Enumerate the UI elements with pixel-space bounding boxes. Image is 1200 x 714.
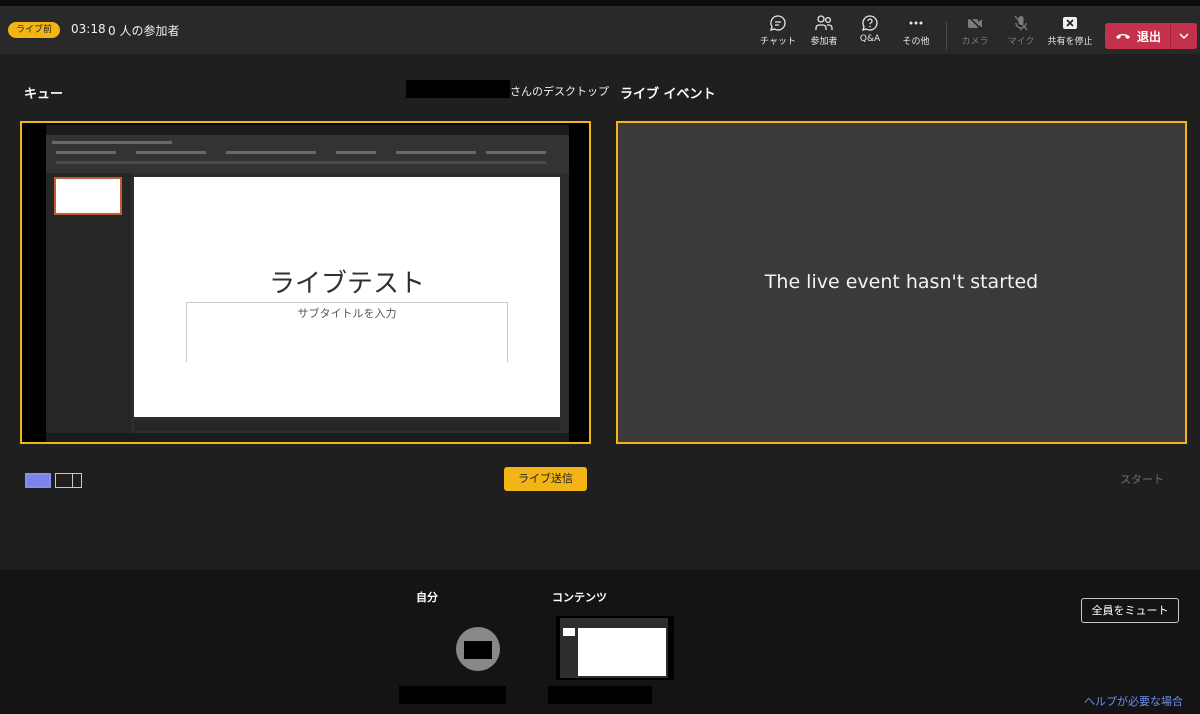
content-thumbnail-slide-list — [563, 628, 575, 636]
start-button[interactable]: スタート — [1120, 471, 1164, 487]
phone-hangup-icon — [1116, 34, 1130, 39]
slide-title: ライブテスト — [268, 269, 425, 299]
chevron-down-icon[interactable] — [1178, 30, 1190, 42]
leave-divider — [1170, 23, 1171, 49]
ribbon-group — [56, 151, 116, 154]
people-icon — [815, 15, 833, 30]
mic-label: マイク — [1007, 37, 1035, 47]
single-layout-button[interactable] — [25, 473, 51, 488]
toolbar-divider — [946, 22, 947, 50]
camera-off-icon — [967, 15, 983, 31]
live-event-message: The live event hasn't started — [764, 271, 1039, 293]
ribbon-group — [396, 151, 476, 154]
ribbon-row — [56, 161, 546, 164]
qa-button[interactable]: Q&A — [847, 14, 893, 50]
ribbon-group — [486, 151, 546, 154]
leave-label: 退出 — [1137, 30, 1162, 44]
shared-powerpoint-window: ライブテスト サブタイトルを入力 — [46, 125, 569, 442]
qa-label: Q&A — [859, 34, 881, 44]
slide-thumbnail — [54, 177, 122, 215]
redacted-content-name — [548, 686, 652, 704]
camera-button[interactable]: カメラ — [952, 14, 998, 50]
chat-label: チャット — [760, 37, 796, 47]
mic-button[interactable]: マイク — [998, 14, 1044, 50]
mic-off-icon — [1014, 15, 1028, 31]
content-thumbnail-window — [560, 618, 668, 678]
help-link[interactable]: ヘルプが必要な場合 — [1084, 693, 1183, 709]
content-label: コンテンツ — [552, 591, 607, 604]
split-layout-button[interactable] — [55, 473, 82, 488]
ppt-statusbar — [46, 433, 569, 442]
stop-share-icon — [1063, 17, 1077, 29]
desktop-label: さんのデスクトップ — [510, 85, 609, 98]
leave-button[interactable]: 退出 — [1105, 23, 1197, 49]
status-badge: ライブ前 — [8, 22, 61, 38]
self-label: 自分 — [416, 591, 438, 604]
live-event-preview: The live event hasn't started — [616, 121, 1187, 444]
more-button[interactable]: その他 — [893, 14, 939, 50]
content-thumbnail[interactable] — [556, 616, 674, 680]
ppt-notes-bar — [134, 421, 560, 431]
ribbon-group — [136, 151, 206, 154]
chat-icon — [770, 15, 786, 31]
more-label: その他 — [902, 37, 930, 47]
more-icon — [909, 21, 923, 25]
ppt-ribbon — [46, 135, 569, 173]
content-thumbnail-slide — [578, 628, 666, 676]
camera-label: カメラ — [961, 37, 989, 47]
mute-all-button[interactable]: 全員をミュート — [1081, 598, 1179, 623]
ribbon-group — [226, 151, 316, 154]
redacted-presenter-name — [406, 80, 510, 98]
participants-button[interactable]: 参加者 — [801, 14, 847, 50]
live-event-title: ライブ イベント — [620, 87, 716, 102]
ribbon-group — [336, 151, 376, 154]
avatar[interactable] — [456, 627, 500, 671]
redacted-self-name — [399, 686, 506, 704]
chat-button[interactable]: チャット — [755, 14, 801, 50]
subtitle-placeholder: サブタイトルを入力 — [186, 302, 508, 362]
slide-canvas: ライブテスト サブタイトルを入力 — [134, 177, 560, 417]
meeting-timer: 03:18 — [71, 22, 106, 36]
slide-subtitle: サブタイトルを入力 — [297, 307, 397, 320]
slide-thumbnails — [46, 173, 131, 433]
stop-sharing-button[interactable]: 共有を停止 — [1044, 14, 1096, 50]
ribbon-tabs — [52, 141, 172, 144]
participants-label: 参加者 — [810, 37, 838, 47]
qa-icon — [862, 15, 878, 31]
ppt-titlebar — [46, 125, 569, 135]
attendee-count: 0 人の参加者 — [108, 24, 180, 38]
send-live-button[interactable]: ライブ送信 — [504, 467, 587, 491]
queue-preview[interactable]: ライブテスト サブタイトルを入力 — [20, 121, 591, 444]
meeting-toolbar: ライブ前 03:18 0 人の参加者 チャット 参加者 Q&A その他 カメラ … — [0, 6, 1200, 54]
stop-sharing-label: 共有を停止 — [1047, 37, 1093, 47]
queue-title: キュー — [24, 87, 64, 102]
redacted-avatar — [464, 641, 492, 659]
